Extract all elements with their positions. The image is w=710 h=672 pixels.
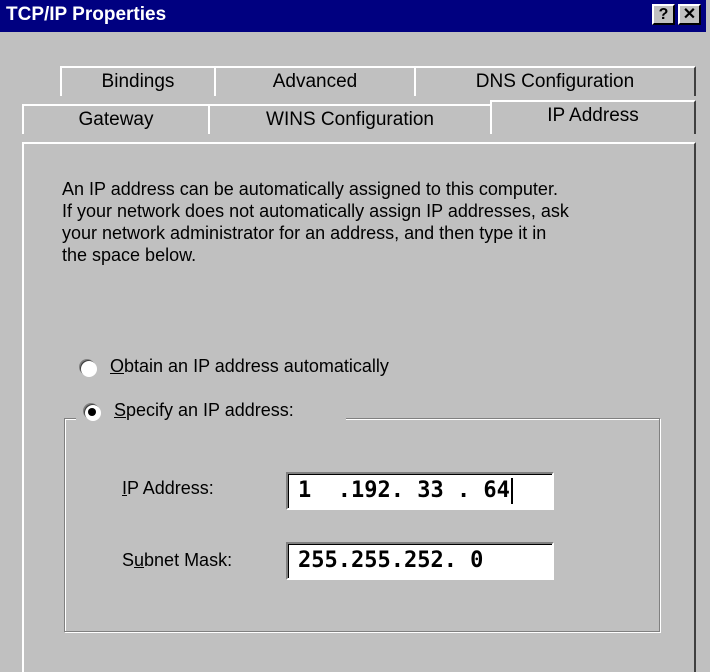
- tab-label: DNS Configuration: [475, 71, 635, 92]
- description-line: An IP address can be automatically assig…: [62, 179, 558, 199]
- tab-bindings[interactable]: Bindings: [60, 66, 216, 96]
- title-bar[interactable]: TCP/IP Properties ? ✕: [0, 0, 706, 32]
- obtain-auto-label[interactable]: Obtain an IP address automatically: [110, 356, 389, 377]
- ip-address-label: IP Address:: [122, 478, 214, 498]
- tab-label: Bindings: [101, 71, 175, 92]
- ip-address-input[interactable]: 1 .192. 33 . 64: [286, 472, 554, 510]
- subnet-mask-label: Subnet Mask:: [122, 550, 233, 570]
- description-line: the space below.: [62, 245, 197, 265]
- tab-dns-configuration[interactable]: DNS Configuration: [414, 66, 696, 96]
- subnet-mask-input[interactable]: 255.255.252. 0: [286, 542, 554, 580]
- obtain-auto-radio[interactable]: [80, 360, 96, 376]
- tab-gateway[interactable]: Gateway: [22, 104, 210, 134]
- description-line: your network administrator for an addres…: [62, 223, 547, 243]
- tab-ip-address[interactable]: IP Address: [490, 100, 696, 134]
- close-button[interactable]: ✕: [678, 4, 701, 25]
- help-button[interactable]: ?: [652, 4, 675, 25]
- window-title: TCP/IP Properties: [6, 4, 167, 25]
- tab-advanced[interactable]: Advanced: [214, 66, 416, 96]
- specify-ip-label[interactable]: Specify an IP address:: [114, 400, 294, 421]
- tab-wins-configuration[interactable]: WINS Configuration: [208, 104, 492, 134]
- tab-label: Gateway: [78, 109, 154, 130]
- tcpip-properties-dialog: TCP/IP Properties ? ✕ Bindings Advanced …: [0, 0, 710, 672]
- description-text: An IP address can be automatically assig…: [62, 178, 662, 266]
- ip-address-group: [64, 418, 660, 632]
- description-line: If your network does not automatically a…: [62, 201, 569, 221]
- text-caret: [510, 478, 513, 504]
- specify-ip-radio[interactable]: [84, 404, 100, 420]
- radio-dot: [88, 408, 96, 416]
- tab-label: IP Address: [547, 105, 639, 126]
- tab-label: Advanced: [272, 71, 358, 92]
- tab-label: WINS Configuration: [266, 109, 434, 130]
